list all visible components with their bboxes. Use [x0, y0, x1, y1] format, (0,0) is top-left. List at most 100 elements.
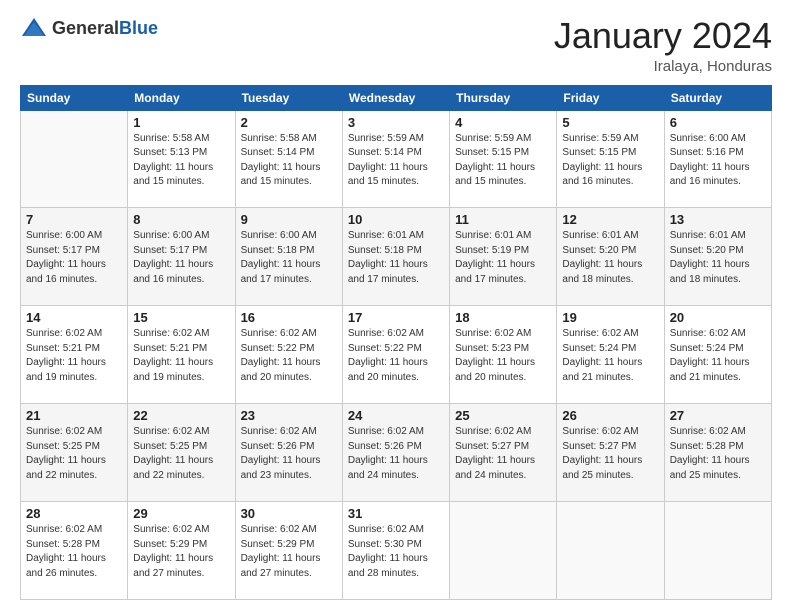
day-info: Sunrise: 5:59 AMSunset: 5:15 PMDaylight:…: [455, 132, 551, 190]
day-number: 14: [26, 310, 122, 325]
day-info: Sunrise: 6:02 AMSunset: 5:27 PMDaylight:…: [455, 425, 551, 483]
day-info: Sunrise: 6:02 AMSunset: 5:23 PMDaylight:…: [455, 327, 551, 385]
day-number: 29: [133, 506, 229, 521]
header: GeneralBlue January 2024 Iralaya, Hondur…: [20, 16, 772, 75]
logo: GeneralBlue: [20, 16, 158, 40]
day-number: 7: [26, 212, 122, 227]
day-number: 3: [348, 115, 444, 130]
column-header-sunday: Sunday: [21, 85, 128, 110]
day-info: Sunrise: 6:02 AMSunset: 5:22 PMDaylight:…: [348, 327, 444, 385]
calendar-cell: 18 Sunrise: 6:02 AMSunset: 5:23 PMDayligh…: [450, 306, 557, 404]
calendar-cell: 24 Sunrise: 6:02 AMSunset: 5:26 PMDayligh…: [342, 404, 449, 502]
location: Iralaya, Honduras: [554, 58, 772, 75]
day-number: 5: [562, 115, 658, 130]
day-info: Sunrise: 6:01 AMSunset: 5:18 PMDaylight:…: [348, 229, 444, 287]
calendar-week-row: 7 Sunrise: 6:00 AMSunset: 5:17 PMDaylight…: [21, 208, 772, 306]
calendar-cell: 3 Sunrise: 5:59 AMSunset: 5:14 PMDaylight…: [342, 110, 449, 208]
day-info: Sunrise: 6:02 AMSunset: 5:21 PMDaylight:…: [26, 327, 122, 385]
calendar-cell: 22Sunrise: 6:02 AMSunset: 5:25 PMDayligh…: [128, 404, 235, 502]
logo-icon: [20, 16, 48, 40]
calendar-cell: 26Sunrise: 6:02 AMSunset: 5:27 PMDayligh…: [557, 404, 664, 502]
day-number: 24: [348, 408, 444, 423]
day-number: 23: [241, 408, 337, 423]
day-info: Sunrise: 6:02 AMSunset: 5:29 PMDaylight:…: [133, 523, 229, 581]
calendar-cell: 20 Sunrise: 6:02 AMSunset: 5:24 PMDayligh…: [664, 306, 771, 404]
day-info: Sunrise: 6:02 AMSunset: 5:28 PMDaylight:…: [26, 523, 122, 581]
calendar-cell: 14 Sunrise: 6:02 AMSunset: 5:21 PMDayligh…: [21, 306, 128, 404]
calendar-cell: 5 Sunrise: 5:59 AMSunset: 5:15 PMDaylight…: [557, 110, 664, 208]
day-number: 15: [133, 310, 229, 325]
day-info: Sunrise: 6:02 AMSunset: 5:30 PMDaylight:…: [348, 523, 444, 581]
day-info: Sunrise: 6:02 AMSunset: 5:26 PMDaylight:…: [348, 425, 444, 483]
calendar-cell: [21, 110, 128, 208]
day-info: Sunrise: 5:58 AMSunset: 5:14 PMDaylight:…: [241, 132, 337, 190]
calendar-cell: 9 Sunrise: 6:00 AMSunset: 5:18 PMDaylight…: [235, 208, 342, 306]
day-info: Sunrise: 6:00 AMSunset: 5:16 PMDaylight:…: [670, 132, 766, 190]
day-number: 13: [670, 212, 766, 227]
calendar-cell: 31 Sunrise: 6:02 AMSunset: 5:30 PMDayligh…: [342, 502, 449, 600]
calendar-cell: 17Sunrise: 6:02 AMSunset: 5:22 PMDayligh…: [342, 306, 449, 404]
day-number: 19: [562, 310, 658, 325]
calendar-cell: [664, 502, 771, 600]
day-info: Sunrise: 6:01 AMSunset: 5:19 PMDaylight:…: [455, 229, 551, 287]
day-info: Sunrise: 6:02 AMSunset: 5:25 PMDaylight:…: [133, 425, 229, 483]
day-info: Sunrise: 6:02 AMSunset: 5:22 PMDaylight:…: [241, 327, 337, 385]
header-right: January 2024 Iralaya, Honduras: [554, 16, 772, 75]
calendar-cell: 4 Sunrise: 5:59 AMSunset: 5:15 PMDaylight…: [450, 110, 557, 208]
calendar-week-row: 21 Sunrise: 6:02 AMSunset: 5:25 PMDayligh…: [21, 404, 772, 502]
calendar-cell: 19 Sunrise: 6:02 AMSunset: 5:24 PMDayligh…: [557, 306, 664, 404]
day-number: 10: [348, 212, 444, 227]
day-info: Sunrise: 6:00 AMSunset: 5:17 PMDaylight:…: [133, 229, 229, 287]
day-info: Sunrise: 6:02 AMSunset: 5:24 PMDaylight:…: [670, 327, 766, 385]
day-number: 18: [455, 310, 551, 325]
day-number: 20: [670, 310, 766, 325]
calendar-cell: 30Sunrise: 6:02 AMSunset: 5:29 PMDayligh…: [235, 502, 342, 600]
column-header-wednesday: Wednesday: [342, 85, 449, 110]
day-number: 9: [241, 212, 337, 227]
day-info: Sunrise: 5:59 AMSunset: 5:15 PMDaylight:…: [562, 132, 658, 190]
day-info: Sunrise: 6:02 AMSunset: 5:24 PMDaylight:…: [562, 327, 658, 385]
calendar-cell: 11 Sunrise: 6:01 AMSunset: 5:19 PMDayligh…: [450, 208, 557, 306]
day-info: Sunrise: 6:01 AMSunset: 5:20 PMDaylight:…: [670, 229, 766, 287]
day-number: 11: [455, 212, 551, 227]
day-info: Sunrise: 6:00 AMSunset: 5:18 PMDaylight:…: [241, 229, 337, 287]
month-title: January 2024: [554, 16, 772, 56]
calendar-header-row: SundayMondayTuesdayWednesdayThursdayFrid…: [21, 85, 772, 110]
calendar-cell: 7 Sunrise: 6:00 AMSunset: 5:17 PMDaylight…: [21, 208, 128, 306]
day-info: Sunrise: 5:58 AMSunset: 5:13 PMDaylight:…: [133, 132, 229, 190]
day-number: 25: [455, 408, 551, 423]
day-info: Sunrise: 6:02 AMSunset: 5:28 PMDaylight:…: [670, 425, 766, 483]
day-number: 26: [562, 408, 658, 423]
day-number: 31: [348, 506, 444, 521]
day-number: 16: [241, 310, 337, 325]
page: GeneralBlue January 2024 Iralaya, Hondur…: [0, 0, 792, 612]
day-number: 12: [562, 212, 658, 227]
column-header-tuesday: Tuesday: [235, 85, 342, 110]
day-info: Sunrise: 6:01 AMSunset: 5:20 PMDaylight:…: [562, 229, 658, 287]
calendar-cell: [450, 502, 557, 600]
calendar-week-row: 14 Sunrise: 6:02 AMSunset: 5:21 PMDayligh…: [21, 306, 772, 404]
calendar-cell: 27Sunrise: 6:02 AMSunset: 5:28 PMDayligh…: [664, 404, 771, 502]
day-number: 1: [133, 115, 229, 130]
day-number: 21: [26, 408, 122, 423]
calendar-cell: 16 Sunrise: 6:02 AMSunset: 5:22 PMDayligh…: [235, 306, 342, 404]
calendar-cell: [557, 502, 664, 600]
day-number: 28: [26, 506, 122, 521]
calendar-cell: 8Sunrise: 6:00 AMSunset: 5:17 PMDaylight…: [128, 208, 235, 306]
column-header-thursday: Thursday: [450, 85, 557, 110]
day-info: Sunrise: 5:59 AMSunset: 5:14 PMDaylight:…: [348, 132, 444, 190]
day-number: 30: [241, 506, 337, 521]
logo-text: GeneralBlue: [52, 18, 158, 39]
day-info: Sunrise: 6:00 AMSunset: 5:17 PMDaylight:…: [26, 229, 122, 287]
calendar-cell: 2Sunrise: 5:58 AMSunset: 5:14 PMDaylight…: [235, 110, 342, 208]
calendar-cell: 23 Sunrise: 6:02 AMSunset: 5:26 PMDayligh…: [235, 404, 342, 502]
day-info: Sunrise: 6:02 AMSunset: 5:25 PMDaylight:…: [26, 425, 122, 483]
calendar-cell: 28 Sunrise: 6:02 AMSunset: 5:28 PMDayligh…: [21, 502, 128, 600]
calendar-table: SundayMondayTuesdayWednesdayThursdayFrid…: [20, 85, 772, 600]
day-number: 4: [455, 115, 551, 130]
calendar-week-row: 28 Sunrise: 6:02 AMSunset: 5:28 PMDayligh…: [21, 502, 772, 600]
calendar-cell: 15 Sunrise: 6:02 AMSunset: 5:21 PMDayligh…: [128, 306, 235, 404]
day-info: Sunrise: 6:02 AMSunset: 5:26 PMDaylight:…: [241, 425, 337, 483]
day-info: Sunrise: 6:02 AMSunset: 5:21 PMDaylight:…: [133, 327, 229, 385]
column-header-saturday: Saturday: [664, 85, 771, 110]
